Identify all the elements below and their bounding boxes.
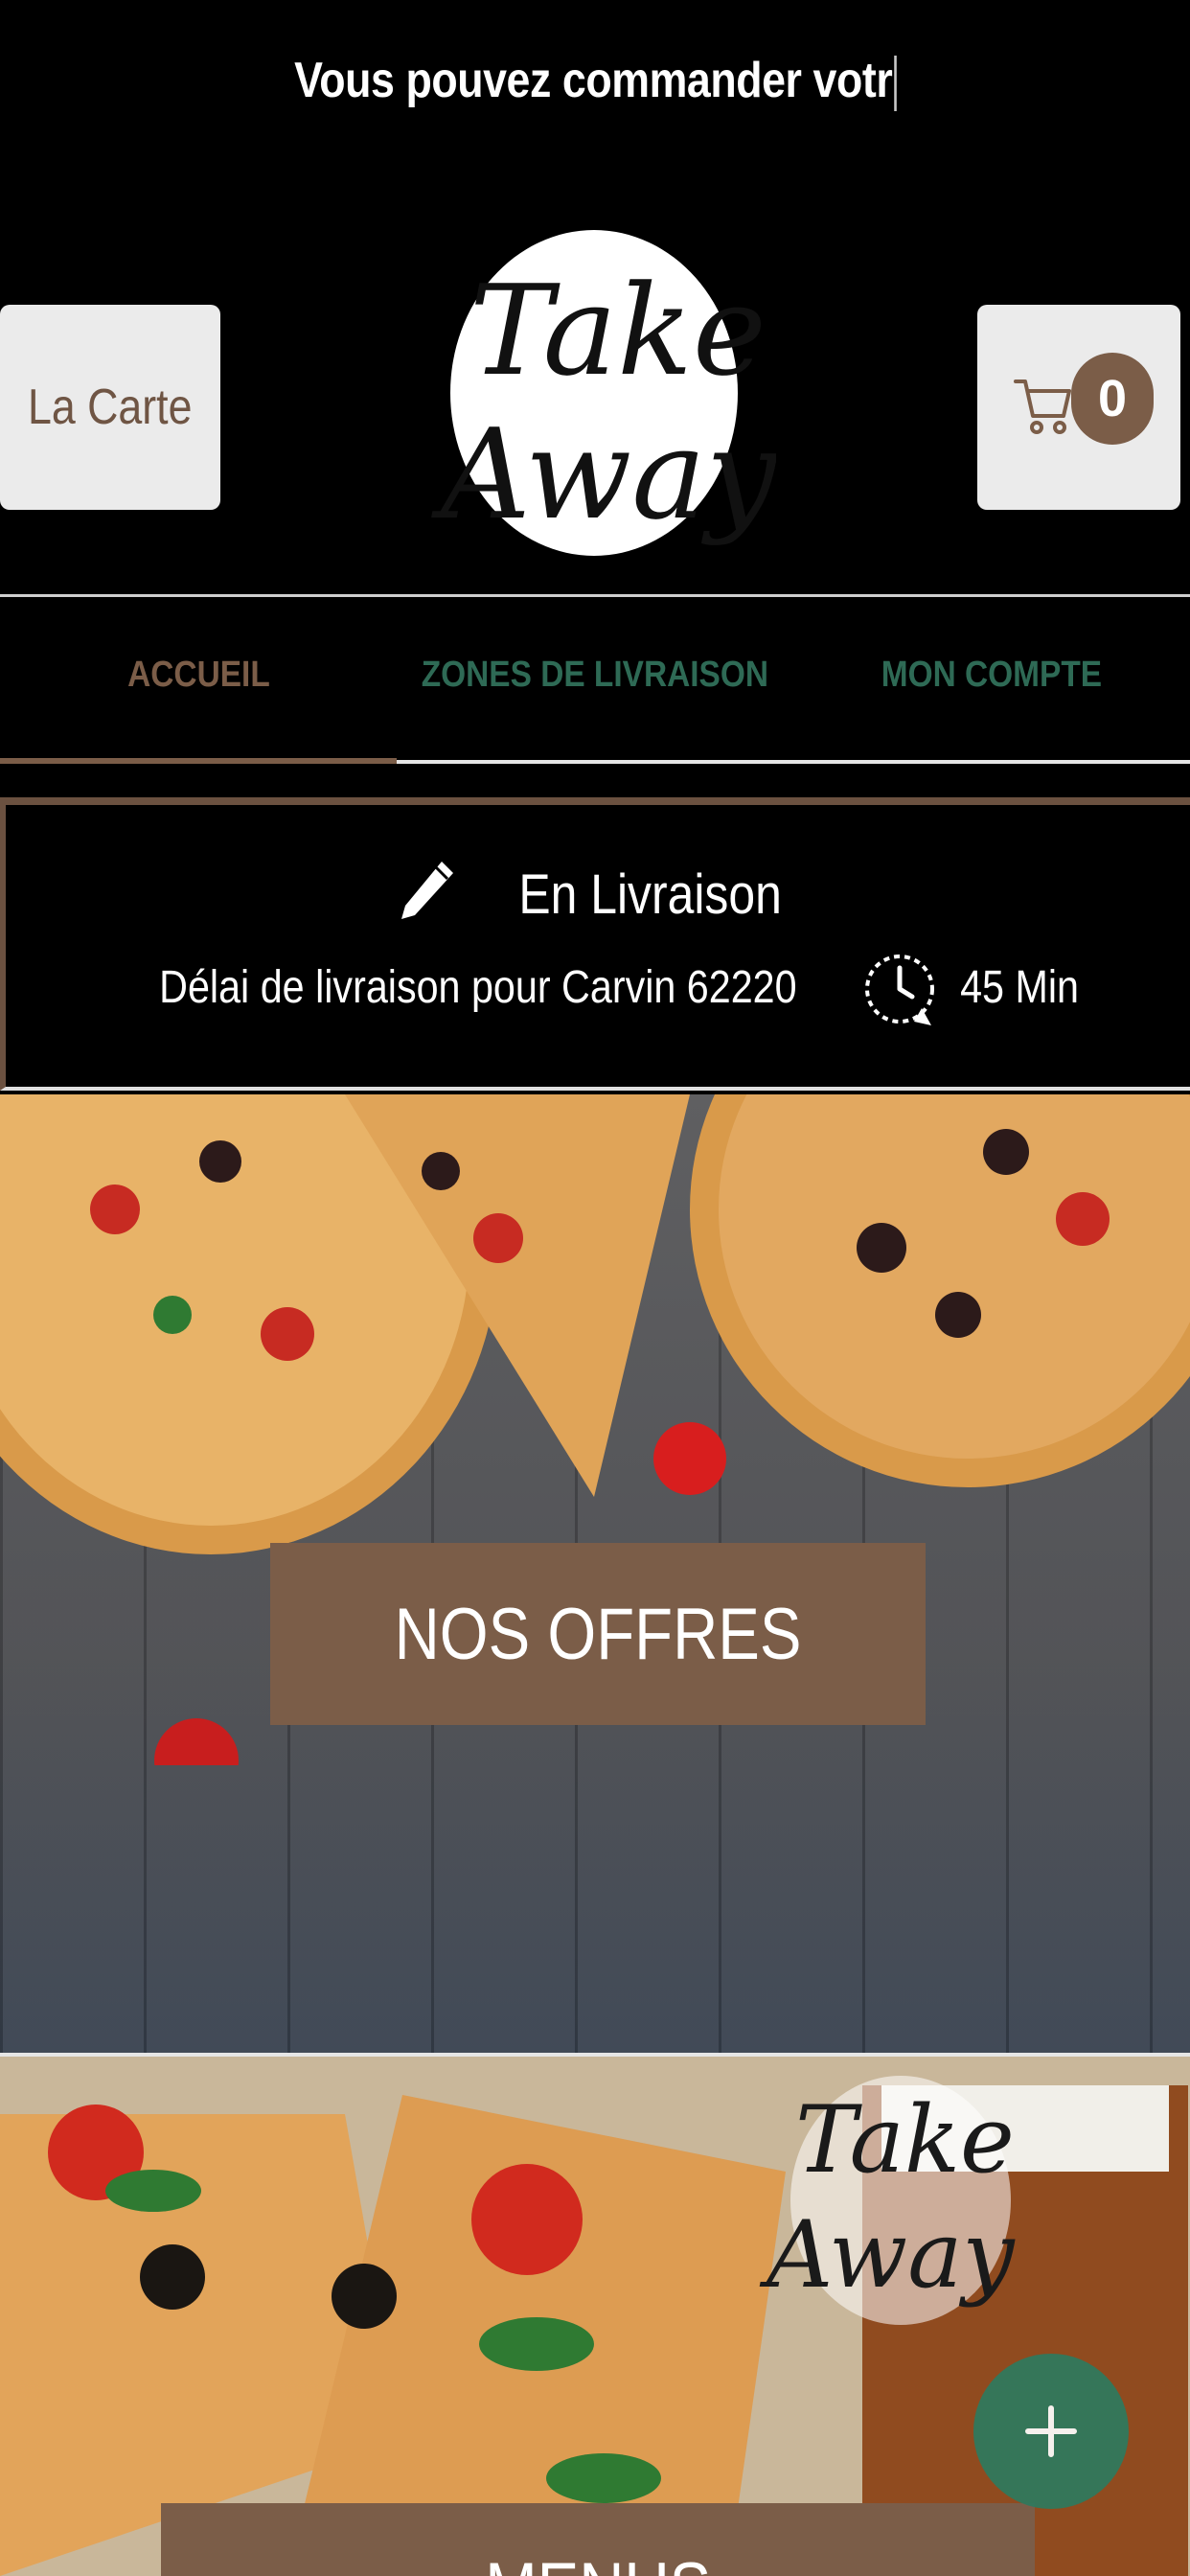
menus-button-label: MENUS [485, 2547, 711, 2576]
announcement-text: Vous pouvez commander votr [294, 52, 897, 112]
offers-button[interactable]: NOS OFFRES [270, 1543, 926, 1725]
take-away-watermark-logo: Take Away [759, 2076, 1016, 2325]
menus-button[interactable]: MENUS [161, 2503, 1035, 2576]
plus-icon [1025, 2405, 1077, 2457]
olive-topping [140, 2244, 205, 2310]
olive-topping [332, 2264, 397, 2329]
olive-topping [935, 1292, 981, 1338]
text-caret [893, 56, 897, 112]
spacer [0, 765, 1190, 801]
basil-leaf [546, 2453, 661, 2503]
delivery-mode: En Livraison [518, 862, 783, 926]
olive-topping [857, 1223, 906, 1273]
tab-underline [397, 760, 1190, 764]
olive-topping [199, 1140, 241, 1183]
delivery-delay-text: Délai de livraison pour Carvin 62220 [159, 961, 797, 1013]
logo-text-away: Away [431, 402, 776, 547]
take-away-logo[interactable]: Take Away [422, 211, 776, 575]
offers-banner[interactable]: NOS OFFRES [0, 1094, 1190, 2053]
announcement-bar: Vous pouvez commander votr [0, 0, 1190, 163]
cherry-tomato [653, 1422, 726, 1495]
delivery-mode-row: En Livraison [6, 851, 1190, 937]
menu-button[interactable]: La Carte [0, 305, 220, 510]
logo-text-take: Take [469, 258, 767, 403]
pencil-icon [401, 862, 454, 919]
tab-zones-de-livraison[interactable]: ZONES DE LIVRAISON [397, 597, 793, 752]
delivery-delay-row: Délai de livraison pour Carvin 62220 45 … [6, 939, 1190, 1035]
nav-tabs: ACCUEIL ZONES DE LIVRAISON MON COMPTE [0, 597, 1190, 765]
olive-topping [983, 1129, 1029, 1175]
active-tab-indicator [0, 758, 397, 764]
tomato-topping [1056, 1192, 1110, 1246]
cart-button[interactable]: 0 [977, 305, 1180, 510]
tab-mon-compte[interactable]: MON COMPTE [793, 597, 1190, 752]
basil-leaf [479, 2317, 594, 2371]
offers-button-label: NOS OFFRES [394, 1593, 802, 1675]
delivery-delay-value: 45 Min [959, 961, 1079, 1013]
delivery-info-panel[interactable]: En Livraison Délai de livraison pour Car… [0, 805, 1190, 1091]
header: La Carte Take Away 0 [0, 163, 1190, 596]
delivery-top-border [0, 797, 1190, 805]
tomato-topping [90, 1184, 140, 1234]
basil-topping [153, 1296, 192, 1334]
watermark-text-take: Take [795, 2086, 1015, 2194]
cart-icon [1014, 380, 1071, 434]
tomato-topping [261, 1307, 314, 1361]
menu-button-label: La Carte [28, 380, 193, 435]
tomato-topping [471, 2164, 583, 2275]
basil-leaf [105, 2170, 201, 2212]
add-fab-button[interactable] [973, 2354, 1129, 2509]
tab-accueil[interactable]: ACCUEIL [0, 597, 397, 752]
tomato-topping [473, 1213, 523, 1263]
watermark-text-away: Away [759, 2201, 1016, 2309]
cart-count-badge: 0 [1071, 353, 1154, 445]
clock-icon [864, 954, 934, 1025]
cherry-tomato [154, 1718, 239, 1765]
olive-topping [422, 1152, 460, 1190]
